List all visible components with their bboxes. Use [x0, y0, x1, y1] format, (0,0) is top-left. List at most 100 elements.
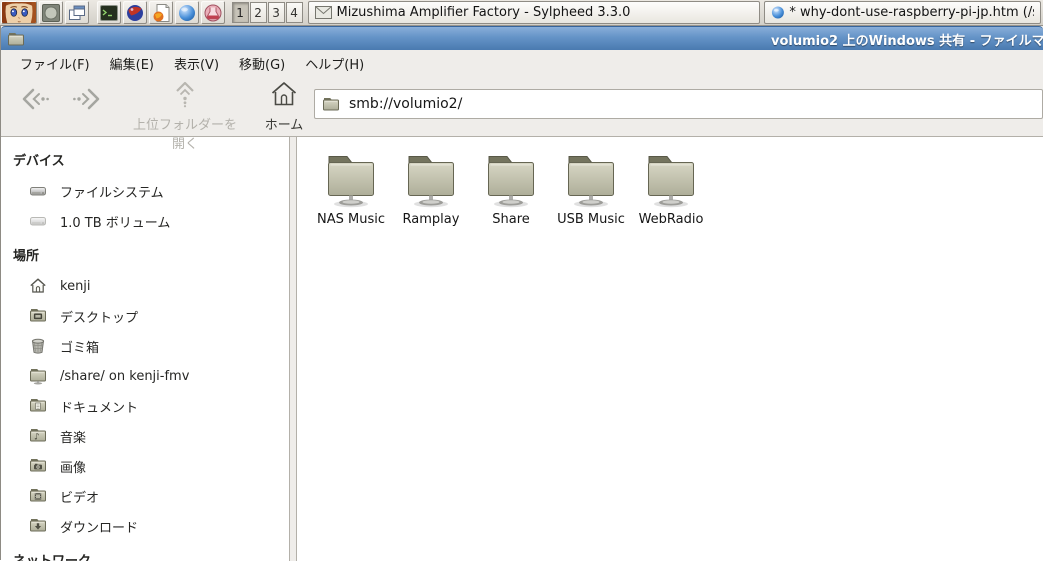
folder-pictures-icon: [29, 457, 47, 475]
pink-app-launcher[interactable]: [201, 1, 225, 24]
address-folder-icon: [322, 96, 340, 112]
sidebar-item-documents[interactable]: ドキュメント: [1, 391, 289, 421]
task-button-browser[interactable]: * why-dont-use-raspberry-pi-jp.htm (/sha: [764, 1, 1041, 24]
sidebar-item-label: ビデオ: [60, 487, 99, 506]
show-desktop-icon: [41, 3, 61, 23]
menu-edit[interactable]: 編集(E): [100, 50, 164, 77]
folder-ramplay[interactable]: Ramplay: [391, 149, 471, 227]
taskbar-spacer: [90, 0, 96, 25]
menu-file[interactable]: ファイル(F): [10, 50, 100, 77]
folder-usb-music[interactable]: USB Music: [551, 149, 631, 227]
folder-videos-icon: [29, 487, 47, 505]
address-input[interactable]: [347, 95, 1042, 113]
network-folder-icon: [324, 149, 378, 209]
task-button-sylpheed[interactable]: Mizushima Amplifier Factory - Sylpheed 3…: [308, 1, 760, 24]
window-title: volumio2 上のWindows 共有 - ファイルマネージャ: [771, 30, 1043, 49]
toolbar: 上位フォルダーを開く ホーム: [1, 76, 1043, 137]
sidebar-item-label: ダウンロード: [60, 517, 138, 536]
folder-share[interactable]: Share: [471, 149, 551, 227]
workspace-4[interactable]: 4: [286, 2, 303, 23]
firefox-document-launcher[interactable]: [149, 1, 173, 24]
menubar: ファイル(F) 編集(E) 表示(V) 移動(G) ヘルプ(H): [1, 50, 1043, 76]
sidebar-item-label: 1.0 TB ボリューム: [60, 212, 170, 231]
folder-label: WebRadio: [639, 212, 704, 227]
sidebar-item-volume[interactable]: 1.0 TB ボリューム: [1, 206, 289, 236]
up-folder-label: 上位フォルダーを開く: [129, 114, 241, 152]
sidebar-item-label: 音楽: [60, 427, 86, 446]
sidebar-item-videos[interactable]: ビデオ: [1, 481, 289, 511]
home-button[interactable]: ホーム: [257, 80, 311, 133]
pink-app-icon: [203, 3, 223, 23]
harddisk-icon: [29, 182, 47, 200]
sidebar-item-label: kenji: [60, 279, 91, 294]
terminal-launcher[interactable]: [97, 1, 121, 24]
folder-music-icon: ♪: [29, 427, 47, 445]
browser-globe-icon: [771, 5, 785, 20]
forward-button[interactable]: [71, 86, 103, 116]
workspace-1[interactable]: 1: [232, 2, 249, 23]
sidebar-item-share-kenji-fmv[interactable]: /share/ on kenji-fmv: [1, 361, 289, 391]
titlebar[interactable]: volumio2 上のWindows 共有 - ファイルマネージャ: [1, 26, 1043, 50]
sidebar-item-filesystem[interactable]: ファイルシステム: [1, 176, 289, 206]
sidebar-item-trash[interactable]: ゴミ箱: [1, 331, 289, 361]
taskbar: 1 2 3 4 Mizushima Amplifier Factory - Sy…: [0, 0, 1043, 26]
blue-sphere-launcher[interactable]: [175, 1, 199, 24]
task-label: Mizushima Amplifier Factory - Sylpheed 3…: [337, 5, 631, 20]
file-manager-window: volumio2 上のWindows 共有 - ファイルマネージャ ファイル(F…: [0, 26, 1043, 560]
sidebar-item-pictures[interactable]: 画像: [1, 451, 289, 481]
blue-sphere-icon: [177, 3, 197, 23]
window-list-button[interactable]: [65, 1, 89, 24]
sidebar-item-label: /share/ on kenji-fmv: [60, 369, 189, 384]
mail-icon: [315, 6, 332, 19]
places-sidebar: デバイス ファイルシステム 1.0 TB ボリューム 場所: [1, 137, 290, 561]
sidebar-item-music[interactable]: ♪ 音楽: [1, 421, 289, 451]
menu-help[interactable]: ヘルプ(H): [295, 50, 374, 77]
network-folder-icon: [564, 149, 618, 209]
mozilla-globe-icon: [125, 3, 145, 23]
folder-view: NAS Music Ramplay Share USB Music WebRad…: [296, 137, 1043, 561]
svg-text:♪: ♪: [34, 433, 40, 443]
sidebar-item-label: ゴミ箱: [60, 337, 99, 356]
sidebar-item-desktop[interactable]: デスクトップ: [1, 301, 289, 331]
back-icon: [19, 86, 51, 112]
workspace-3[interactable]: 3: [268, 2, 285, 23]
sidebar-header-places: 場所: [1, 236, 289, 271]
harddisk-unmounted-icon: [29, 212, 47, 230]
menu-go[interactable]: 移動(G): [229, 50, 295, 77]
window-folder-icon: [7, 31, 25, 51]
mozilla-launcher[interactable]: [123, 1, 147, 24]
forward-icon: [71, 86, 103, 112]
window-content: デバイス ファイルシステム 1.0 TB ボリューム 場所: [1, 137, 1043, 561]
back-button[interactable]: [19, 86, 51, 116]
folder-label: Ramplay: [403, 212, 460, 227]
home-small-icon: [29, 277, 47, 295]
home-label: ホーム: [257, 114, 311, 133]
terminal-icon: [99, 3, 119, 23]
trash-icon: [29, 337, 47, 355]
folder-documents-icon: [29, 397, 47, 415]
folder-webradio[interactable]: WebRadio: [631, 149, 711, 227]
up-folder-button[interactable]: 上位フォルダーを開く: [129, 80, 241, 152]
folder-label: USB Music: [557, 212, 625, 227]
menu-avatar-button[interactable]: [1, 1, 37, 24]
sidebar-item-downloads[interactable]: ダウンロード: [1, 511, 289, 541]
network-folder-icon: [644, 149, 698, 209]
show-desktop-button[interactable]: [39, 1, 63, 24]
home-icon: [269, 80, 299, 108]
network-folder-icon: [404, 149, 458, 209]
address-bar[interactable]: [314, 89, 1043, 119]
folder-desktop-icon: [29, 307, 47, 325]
menu-view[interactable]: 表示(V): [164, 50, 229, 77]
workspace-pager: 1 2 3 4: [232, 2, 304, 23]
network-folder-icon: [484, 149, 538, 209]
sidebar-item-label: デスクトップ: [60, 307, 138, 326]
firefox-document-icon: [151, 3, 171, 23]
sidebar-item-label: ファイルシステム: [60, 182, 164, 201]
sidebar-item-home[interactable]: kenji: [1, 271, 289, 301]
task-label: * why-dont-use-raspberry-pi-jp.htm (/sha: [789, 5, 1034, 20]
sidebar-header-network: ネットワーク: [1, 541, 289, 561]
workspace-2[interactable]: 2: [250, 2, 267, 23]
sidebar-item-label: ドキュメント: [60, 397, 138, 416]
window-list-icon: [67, 3, 87, 23]
folder-nas-music[interactable]: NAS Music: [311, 149, 391, 227]
